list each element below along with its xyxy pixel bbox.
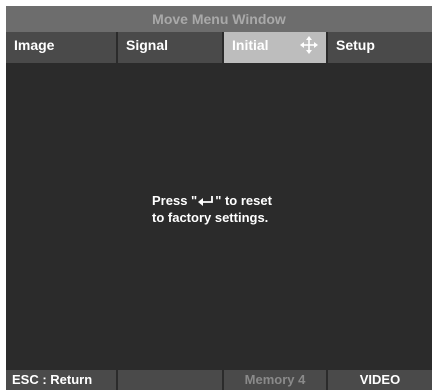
move-icon[interactable]: [300, 36, 318, 54]
input-source-indicator: VIDEO: [328, 370, 432, 390]
footer-blank-cell: [118, 370, 224, 390]
tab-setup-label: Setup: [336, 37, 375, 53]
tab-image[interactable]: Image: [6, 32, 118, 63]
tab-setup[interactable]: Setup: [328, 32, 432, 63]
menu-content-area: Press " " to reset to factory settings.: [6, 63, 432, 370]
enter-return-icon: [198, 196, 214, 206]
tab-initial-label: Initial: [232, 37, 269, 53]
menu-tabs: Image Signal Initial Setup: [6, 32, 432, 77]
reset-message-prefix: Press ": [152, 193, 198, 208]
osd-menu-window: Move Menu Window Image Signal Initial Se…: [6, 6, 432, 390]
tab-signal[interactable]: Signal: [118, 32, 224, 63]
esc-return-hint[interactable]: ESC : Return: [6, 370, 118, 390]
tab-initial[interactable]: Initial: [224, 32, 328, 77]
window-title: Move Menu Window: [6, 6, 432, 32]
reset-message-line-2: to factory settings.: [152, 210, 269, 225]
reset-message: Press " " to reset to factory settings.: [152, 192, 272, 226]
tab-image-label: Image: [14, 37, 55, 53]
reset-message-line-1: Press " " to reset: [152, 192, 272, 209]
status-footer: ESC : Return Memory 4 VIDEO: [6, 370, 432, 390]
reset-message-suffix: " to reset: [215, 193, 272, 208]
memory-indicator: Memory 4: [224, 370, 328, 390]
tab-signal-label: Signal: [126, 37, 169, 53]
